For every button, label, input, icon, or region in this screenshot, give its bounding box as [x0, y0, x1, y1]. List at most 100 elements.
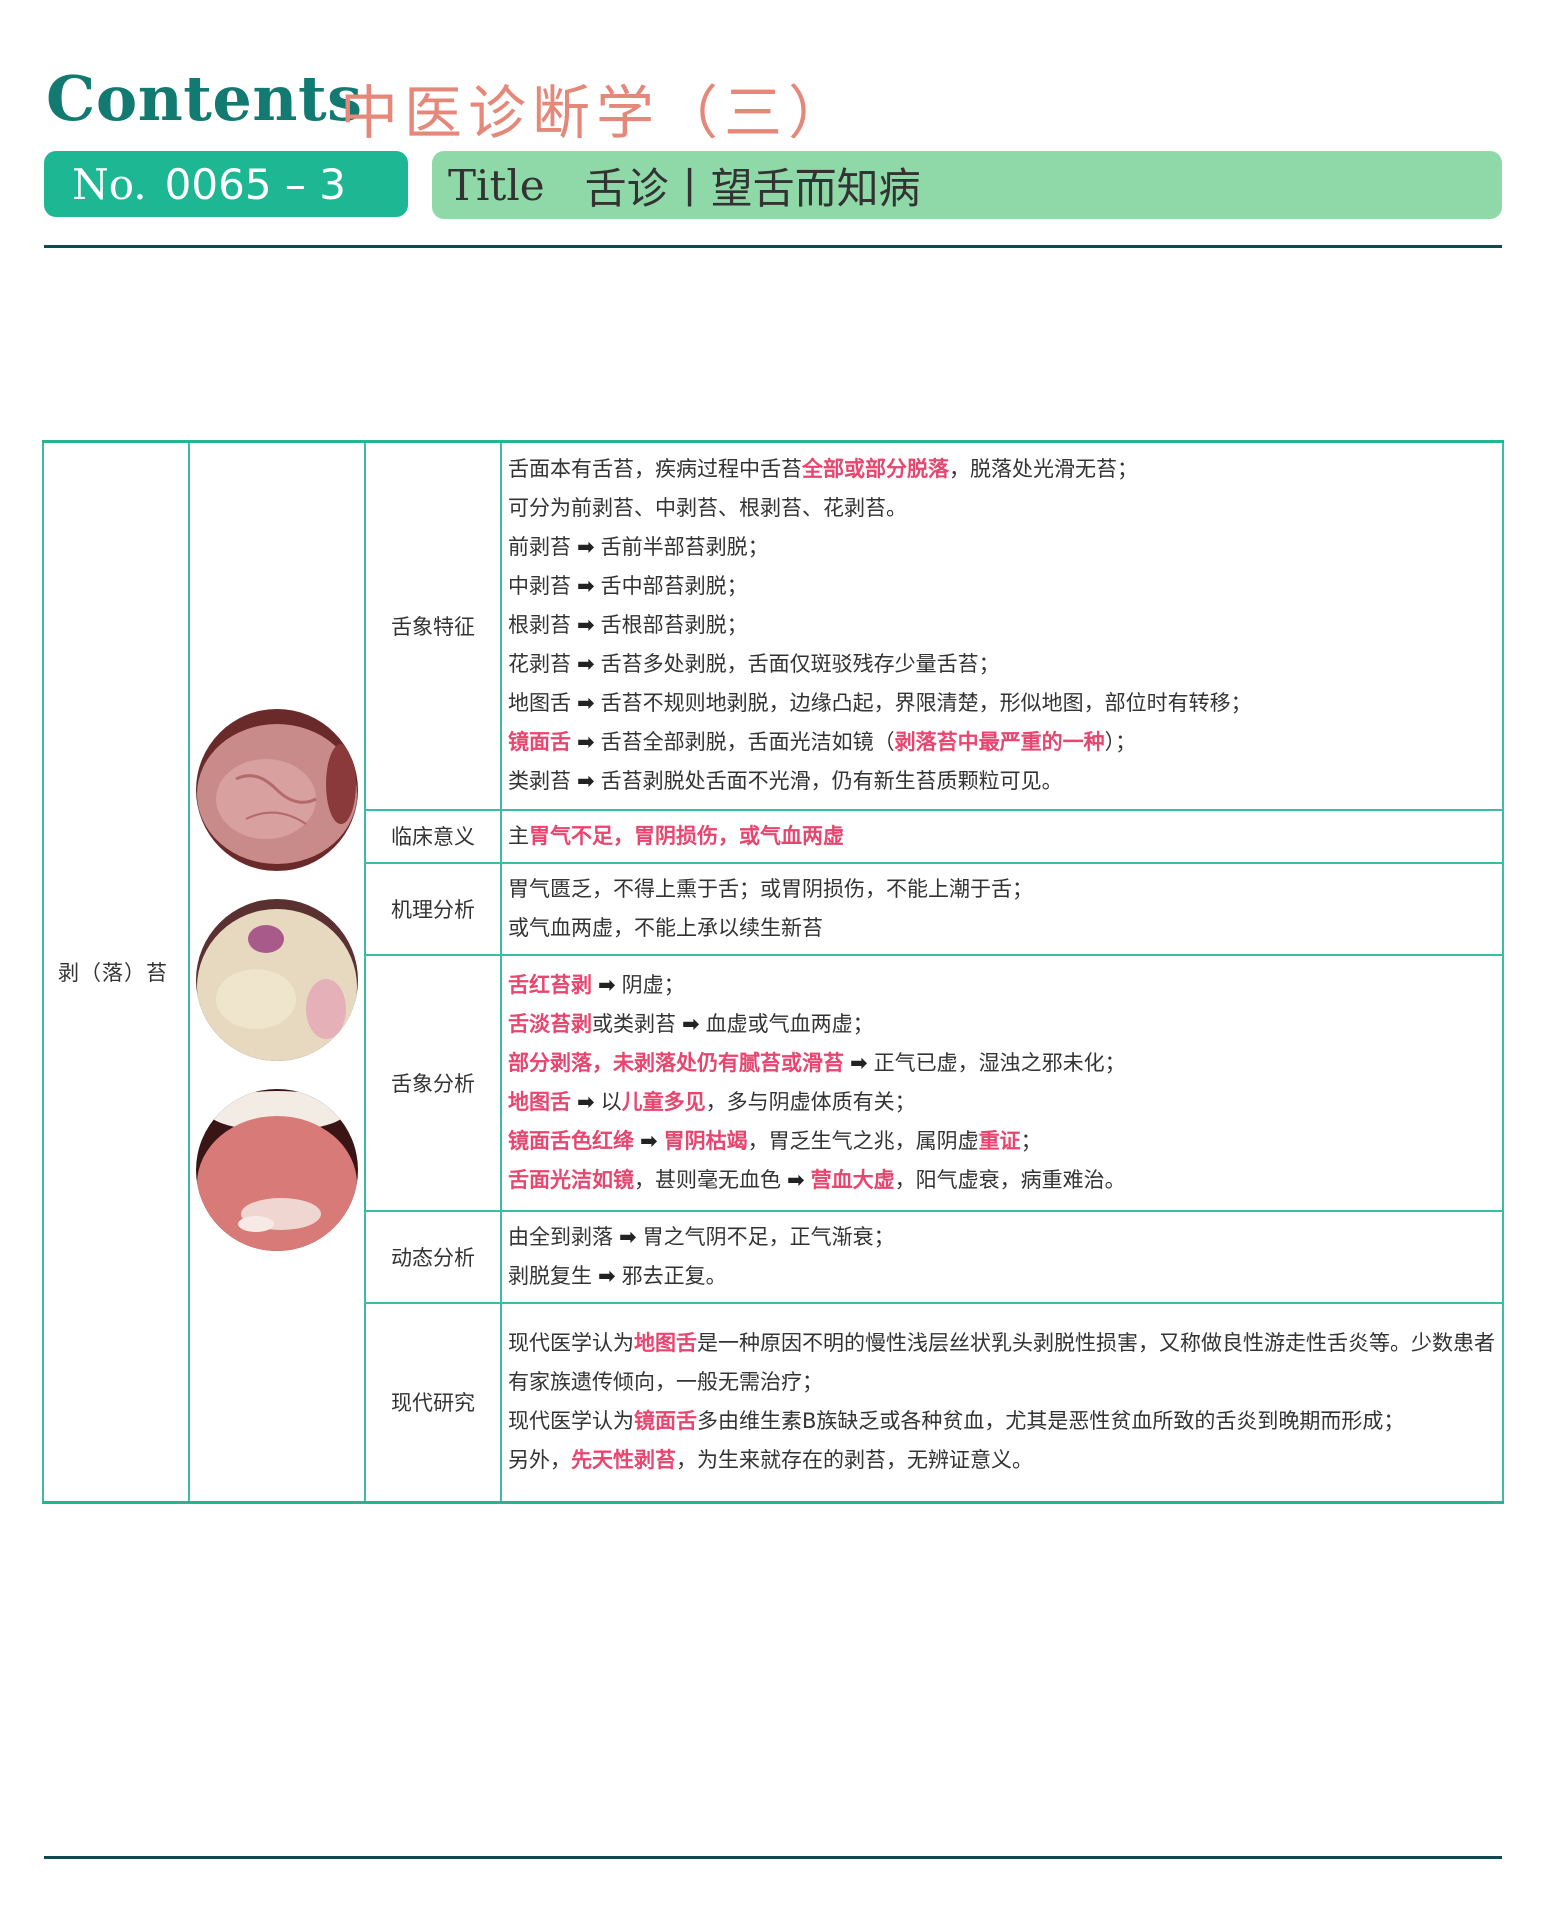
- arrow-right-icon: ➡: [577, 652, 595, 677]
- text-segment: 以: [600, 1089, 622, 1114]
- highlight-text: 胃气不足，胃阴损伤，或气血两虚: [529, 823, 844, 848]
- text-segment: ，胃乏生气之兆，属阴虚: [747, 1128, 979, 1153]
- highlight-text: 儿童多见: [621, 1089, 706, 1114]
- arrow-right-icon: ➡: [619, 1224, 637, 1249]
- top-divider: [44, 245, 1502, 248]
- highlight-text: 重证: [978, 1128, 1021, 1153]
- arrow-right-icon: ➡: [577, 769, 595, 794]
- highlight-text: 剥落苔中最严重的一种: [894, 730, 1105, 755]
- text-segment: 舌苔多处剥脱，舌面仅斑驳残存少量舌苔；: [600, 652, 1000, 677]
- row-content: 胃气匮乏，不得上熏于舌；或胃阴损伤，不能上潮于舌； 或气血两虚，不能上承以续生新苔: [500, 861, 1504, 956]
- arrow-right-icon: ➡: [577, 730, 595, 755]
- highlight-text: 部分剥落，未剥落处仍有腻苔或滑苔: [508, 1050, 844, 1075]
- row-category: 舌象分析: [364, 953, 502, 1212]
- highlight-text: 舌面光洁如镜: [508, 1167, 634, 1192]
- content-line: 类剥苔 ➡ 舌苔剥脱处舌面不光滑，仍有新生苔质颗粒可见。: [508, 762, 1496, 801]
- content-line: 舌淡苔剥或类剥苔 ➡ 血虚或气血两虚；: [508, 1005, 1496, 1044]
- text-segment: 多由维生素B族缺乏或各种贫血，尤其是恶性贫血所致的舌炎到晚期而形成；: [697, 1409, 1405, 1434]
- text-segment: 舌前半部苔剥脱；: [600, 535, 769, 560]
- text-segment: ，甚则毫无血色: [634, 1167, 781, 1192]
- content-table: 剥（落）苔 舌象特征 舌面本有舌苔，疾病过程中舌苔全部或部分脱落，脱落处光滑无苔； 可…: [42, 440, 1504, 1504]
- highlight-text: 舌红苔剥: [508, 972, 592, 997]
- content-line: 花剥苔 ➡ 舌苔多处剥脱，舌面仅斑驳残存少量舌苔；: [508, 645, 1496, 684]
- content-line: 地图舌 ➡ 舌苔不规则地剥脱，边缘凸起，界限清楚，形似地图，部位时有转移；: [508, 684, 1496, 723]
- text-segment: 阴虚；: [621, 972, 685, 997]
- text-segment: 剥脱复生: [508, 1263, 592, 1288]
- row-category: 现代研究: [364, 1301, 502, 1504]
- content-line: 前剥苔 ➡ 舌前半部苔剥脱；: [508, 528, 1496, 567]
- content-line: 现代医学认为地图舌是一种原因不明的慢性浅层丝状乳头剥脱性损害，又称做良性游走性舌…: [508, 1324, 1496, 1402]
- row-content: 由全到剥落 ➡ 胃之气阴不足，正气渐衰； 剥脱复生 ➡ 邪去正复。: [500, 1209, 1504, 1304]
- text-segment: 前剥苔: [508, 535, 571, 560]
- text-segment: 中剥苔: [508, 574, 571, 599]
- text-segment: 舌面本有舌苔，疾病过程中舌苔: [508, 457, 802, 482]
- row-category: 临床意义: [364, 808, 502, 864]
- content-line: 舌面本有舌苔，疾病过程中舌苔全部或部分脱落，脱落处光滑无苔；: [508, 450, 1496, 489]
- arrow-right-icon: ➡: [682, 1011, 700, 1036]
- content-line: 可分为前剥苔、中剥苔、根剥苔、花剥苔。: [508, 489, 1496, 528]
- arrow-right-icon: ➡: [598, 972, 616, 997]
- highlight-text: 舌淡苔剥: [508, 1011, 592, 1036]
- arrow-right-icon: ➡: [577, 613, 595, 638]
- row-content: 现代医学认为地图舌是一种原因不明的慢性浅层丝状乳头剥脱性损害，又称做良性游走性舌…: [500, 1301, 1504, 1504]
- text-segment: 现代医学认为: [508, 1409, 634, 1434]
- arrow-right-icon: ➡: [577, 1089, 595, 1114]
- content-line: 剥脱复生 ➡ 邪去正复。: [508, 1257, 1496, 1296]
- text-segment: ，脱落处光滑无苔；: [949, 457, 1138, 482]
- table-body: 剥（落）苔 舌象特征 舌面本有舌苔，疾病过程中舌苔全部或部分脱落，脱落处光滑无苔； 可…: [42, 440, 1504, 1504]
- tongue-type-name: 剥（落）苔: [42, 440, 190, 1504]
- arrow-right-icon: ➡: [850, 1050, 868, 1075]
- text-segment: ，多与阴虚体质有关；: [705, 1089, 916, 1114]
- row-category: 舌象特征: [364, 440, 502, 811]
- highlight-text: 镜面舌: [634, 1409, 697, 1434]
- text-segment: 舌苔不规则地剥脱，边缘凸起，界限清楚，形似地图，部位时有转移；: [600, 691, 1252, 716]
- content-line: 另外，先天性剥苔，为生来就存在的剥苔，无辨证意义。: [508, 1441, 1496, 1480]
- tongue-photo-1: [196, 709, 358, 871]
- number-badge: No. 0065 – 3: [44, 151, 408, 217]
- arrow-right-icon: ➡: [577, 535, 595, 560]
- text-segment: 地图舌: [508, 691, 571, 716]
- highlight-text: 先天性剥苔: [571, 1448, 676, 1473]
- content-line: 胃气匮乏，不得上熏于舌；或胃阴损伤，不能上潮于舌；: [508, 870, 1496, 909]
- row-content: 舌面本有舌苔，疾病过程中舌苔全部或部分脱落，脱落处光滑无苔； 可分为前剥苔、中剥苔…: [500, 440, 1504, 811]
- tongue-photo-3: [196, 1089, 358, 1251]
- text-segment: 舌苔全部剥脱，舌面光洁如镜（: [600, 730, 895, 755]
- text-segment: 根剥苔: [508, 613, 571, 638]
- row-content: 主胃气不足，胃阴损伤，或气血两虚: [500, 808, 1504, 864]
- arrow-right-icon: ➡: [787, 1167, 805, 1192]
- bottom-divider: [44, 1856, 1502, 1859]
- number-value: 0065 – 3: [164, 159, 346, 209]
- highlight-text: 镜面舌: [508, 730, 571, 755]
- row-content: 舌红苔剥 ➡ 阴虚； 舌淡苔剥或类剥苔 ➡ 血虚或气血两虚； 部分剥落，未剥落处仍有腻苔或滑…: [500, 953, 1504, 1212]
- text-segment: 胃之气阴不足，正气渐衰；: [642, 1224, 895, 1249]
- text-segment: 舌苔剥脱处舌面不光滑，仍有新生苔质颗粒可见。: [600, 769, 1063, 794]
- text-segment: 主: [508, 823, 529, 848]
- text-segment: 或气血两虚，不能上承以续生新苔: [508, 915, 823, 940]
- subject-title: 中医诊断学（三）: [340, 79, 853, 147]
- content-line: 中剥苔 ➡ 舌中部苔剥脱；: [508, 567, 1496, 606]
- text-segment: 胃气匮乏，不得上熏于舌；或胃阴损伤，不能上潮于舌；: [508, 876, 1033, 901]
- text-segment: 舌中部苔剥脱；: [600, 574, 748, 599]
- text-segment: 类剥苔: [508, 769, 571, 794]
- text-segment: ，阳气虚衰，病重难治。: [894, 1167, 1126, 1192]
- number-label: No.: [72, 159, 147, 209]
- arrow-right-icon: ➡: [577, 574, 595, 599]
- content-line: 舌面光洁如镜，甚则毫无血色 ➡ 营血大虚，阳气虚衰，病重难治。: [508, 1161, 1496, 1200]
- highlight-text: 镜面舌色红绛: [508, 1128, 634, 1153]
- content-line: 由全到剥落 ➡ 胃之气阴不足，正气渐衰；: [508, 1218, 1496, 1257]
- highlight-text: 营血大虚: [810, 1167, 895, 1192]
- content-line: 地图舌 ➡ 以儿童多见，多与阴虚体质有关；: [508, 1083, 1496, 1122]
- tongue-images-cell: [188, 440, 366, 1504]
- text-segment: 由全到剥落: [508, 1224, 613, 1249]
- text-segment: 花剥苔: [508, 652, 571, 677]
- highlight-text: 全部或部分脱落: [802, 457, 949, 482]
- content-line: 部分剥落，未剥落处仍有腻苔或滑苔 ➡ 正气已虚，湿浊之邪未化；: [508, 1044, 1496, 1083]
- content-line: 现代医学认为镜面舌多由维生素B族缺乏或各种贫血，尤其是恶性贫血所致的舌炎到晚期而…: [508, 1402, 1496, 1441]
- content-line: 镜面舌 ➡ 舌苔全部剥脱，舌面光洁如镜（剥落苔中最严重的一种）；: [508, 723, 1496, 762]
- contents-title: Contents: [46, 62, 363, 135]
- highlight-text: 地图舌: [634, 1331, 697, 1356]
- text-segment: 可分为前剥苔、中剥苔、根剥苔、花剥苔。: [508, 496, 907, 521]
- content-line: 根剥苔 ➡ 舌根部苔剥脱；: [508, 606, 1496, 645]
- text-segment: 另外，: [508, 1448, 571, 1473]
- text-segment: 或类剥苔: [592, 1011, 676, 1036]
